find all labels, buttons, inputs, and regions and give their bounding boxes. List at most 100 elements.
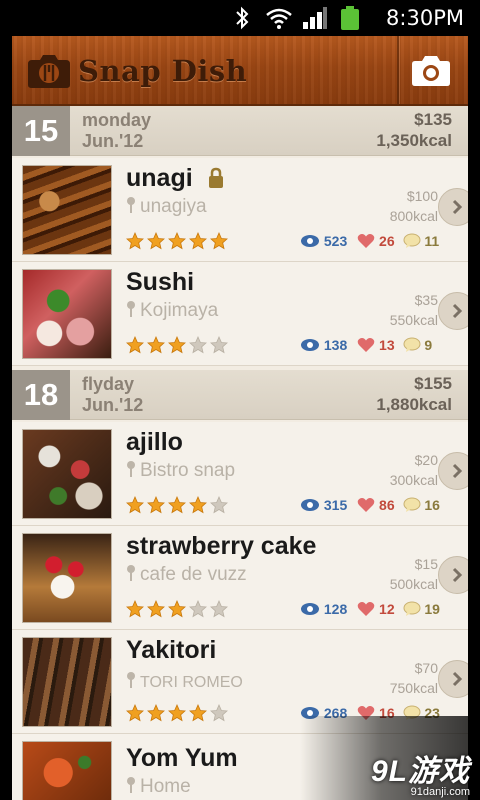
app-logo: Snap Dish: [78, 54, 248, 88]
star-icon: [147, 704, 165, 722]
day-header: 18 flyday Jun.'12 $155 1,880kcal: [12, 370, 468, 420]
day-date: Jun.'12: [82, 131, 144, 151]
comment-count: 16: [424, 497, 440, 514]
like-count: 13: [379, 337, 395, 354]
star-icon: [189, 496, 207, 514]
comment-icon[interactable]: [403, 337, 421, 353]
location-pin-icon: [127, 461, 135, 477]
view-count: 523: [323, 233, 348, 250]
star-icon: [210, 336, 228, 354]
comment-icon[interactable]: [403, 497, 421, 513]
status-bar: 8:30PM: [0, 0, 480, 36]
dish-place-label: TORI ROMEO: [140, 674, 243, 691]
dish-kcal: 550kcal: [389, 312, 438, 328]
dish-place-label: unagiya: [140, 196, 207, 217]
dish-item[interactable]: unagi unagiya $100 800kcal 523 26 11: [12, 158, 468, 262]
star-icon: [147, 600, 165, 618]
day-number: 15: [12, 106, 70, 156]
heart-icon[interactable]: [357, 337, 375, 353]
day-name: flyday: [82, 374, 135, 394]
rating-stars: [126, 336, 228, 354]
chevron-right-icon: [452, 463, 463, 479]
chevron-right-button[interactable]: [438, 556, 468, 594]
dish-photo[interactable]: [22, 269, 112, 359]
status-time: 8:30PM: [386, 6, 464, 30]
day-header: 15 monday Jun.'12 $135 1,350kcal: [12, 106, 468, 156]
chevron-right-icon: [452, 199, 463, 215]
comment-count: 9: [424, 337, 433, 354]
rating-stars: [126, 232, 228, 250]
day-total-price: $135: [414, 110, 452, 129]
location-pin-icon: [127, 565, 135, 581]
bluetooth-icon: [236, 6, 249, 30]
chevron-right-button[interactable]: [438, 188, 468, 226]
camera-button[interactable]: [410, 52, 452, 88]
dish-price: $70: [414, 660, 438, 676]
dish-place-label: Home: [140, 776, 191, 797]
star-icon: [126, 336, 144, 354]
chevron-right-button[interactable]: [438, 452, 468, 490]
dish-name: Yom Yum: [126, 744, 238, 772]
chevron-right-icon: [452, 303, 463, 319]
app-header: Snap Dish: [12, 36, 468, 106]
star-icon: [126, 600, 144, 618]
star-icon: [168, 336, 186, 354]
star-icon: [126, 704, 144, 722]
dish-place-label: cafe de vuzz: [140, 564, 247, 585]
comment-icon[interactable]: [403, 601, 421, 617]
like-count: 26: [379, 233, 395, 250]
location-pin-icon: [127, 777, 135, 793]
chevron-right-icon: [452, 567, 463, 583]
day-number: 18: [12, 370, 70, 420]
day-name: monday: [82, 110, 152, 130]
star-icon: [168, 600, 186, 618]
dish-place: cafe de vuzz: [126, 564, 247, 586]
star-icon: [147, 496, 165, 514]
dish-item[interactable]: Sushi Kojimaya $35 550kcal 138 13 9: [12, 262, 468, 366]
signal-icon: [303, 7, 327, 29]
day-total-kcal: 1,350kcal: [376, 131, 452, 150]
view-count: 315: [323, 497, 348, 514]
dish-item[interactable]: strawberry cake cafe de vuzz $15 500kcal…: [12, 526, 468, 630]
app-screen: Snap Dish 15 monday Jun.'12 $135 1,350kc…: [12, 36, 468, 800]
heart-icon[interactable]: [357, 233, 375, 249]
lock-icon: [209, 167, 223, 188]
chevron-right-button[interactable]: [438, 660, 468, 698]
star-icon: [210, 232, 228, 250]
dish-photo[interactable]: [22, 637, 112, 727]
eye-icon: [301, 235, 319, 248]
day-total-kcal: 1,880kcal: [376, 395, 452, 414]
view-count: 128: [323, 601, 348, 618]
dish-place-label: Kojimaya: [140, 300, 219, 321]
dish-stats: 523 26 11: [300, 232, 439, 252]
dish-photo[interactable]: [22, 429, 112, 519]
chevron-right-icon: [452, 671, 463, 687]
dish-photo[interactable]: [22, 741, 112, 800]
dish-place: Home: [126, 776, 191, 798]
camera-logo-icon: [28, 55, 70, 88]
heart-icon[interactable]: [357, 497, 375, 513]
star-icon: [210, 600, 228, 618]
dish-photo[interactable]: [22, 533, 112, 623]
dish-kcal: 500kcal: [389, 576, 438, 592]
watermark: 9L游戏 91danji.com: [371, 746, 470, 798]
watermark-logo: 9L游戏: [370, 755, 470, 788]
comment-count: 19: [424, 601, 440, 618]
dish-stats: 315 86 16: [300, 496, 440, 516]
star-icon: [168, 704, 186, 722]
dish-photo[interactable]: [22, 165, 112, 255]
dish-kcal: 300kcal: [389, 472, 438, 488]
battery-icon: [341, 6, 359, 30]
chevron-right-button[interactable]: [438, 292, 468, 330]
heart-icon[interactable]: [357, 601, 375, 617]
dish-name: Yakitori: [126, 636, 217, 664]
wifi-icon: [266, 8, 292, 29]
comment-icon[interactable]: [403, 233, 421, 249]
rating-stars: [126, 600, 228, 618]
dish-name: Sushi: [126, 268, 195, 296]
star-icon: [126, 232, 144, 250]
star-icon: [210, 496, 228, 514]
location-pin-icon: [127, 672, 135, 688]
star-icon: [189, 600, 207, 618]
dish-item[interactable]: ajillo Bistro snap $20 300kcal 315 86 16: [12, 422, 468, 526]
